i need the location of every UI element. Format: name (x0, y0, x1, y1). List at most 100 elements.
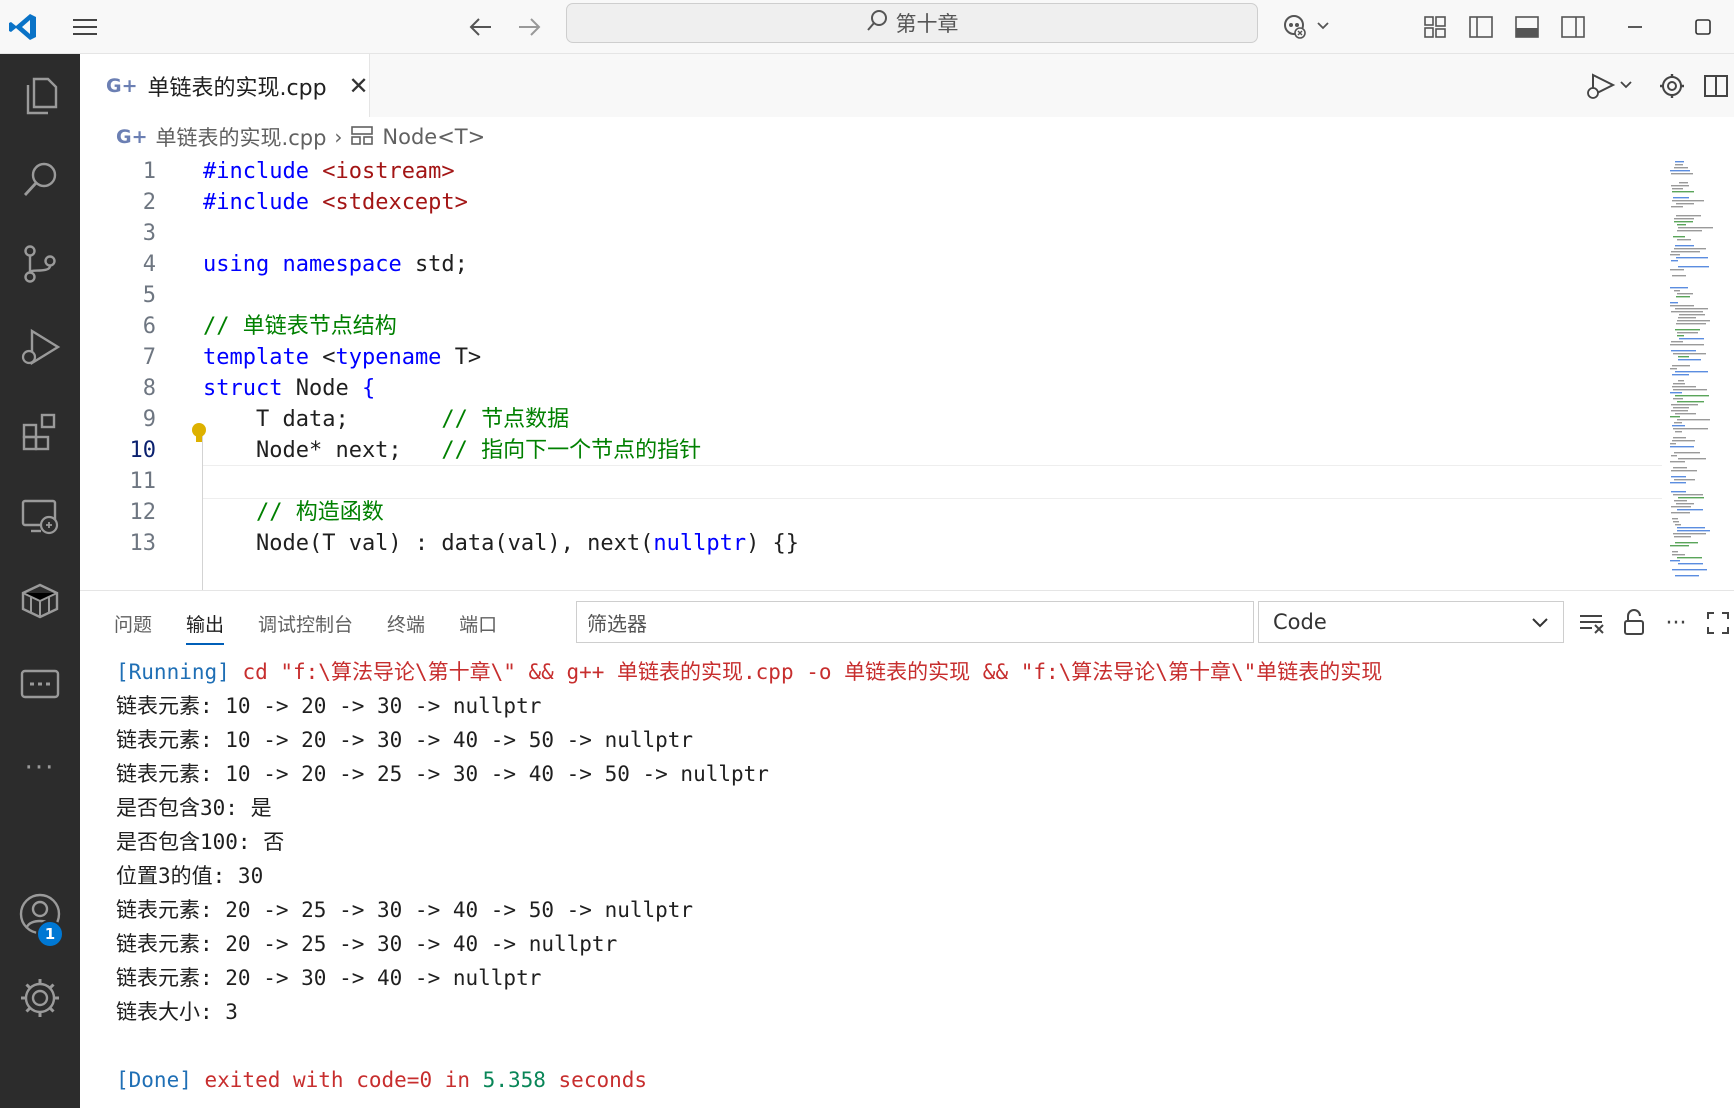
minimap-line (1677, 335, 1684, 337)
code-token: ) {} (746, 531, 800, 556)
code-line[interactable]: 9 T data; // 节点数据 (80, 403, 1670, 437)
panel-tab[interactable]: 终端 (387, 591, 425, 655)
accounts-icon[interactable]: 1 (0, 872, 80, 956)
minimap-line (1675, 395, 1709, 397)
line-number: 7 (142, 345, 156, 370)
search-icon (866, 9, 888, 38)
code-editor[interactable]: 1 #include <iostream> 2 #include <stdexcept… (80, 157, 1734, 591)
code-line[interactable]: 3 (80, 217, 1670, 251)
settings-gear-icon[interactable] (0, 956, 80, 1040)
code-token: <stdexcept> (322, 190, 468, 215)
minimap-line (1678, 356, 1689, 358)
code-text: // 构造函数 (203, 496, 384, 530)
minimap-line (1670, 287, 1688, 289)
line-number: 1 (142, 159, 156, 184)
maximize-panel-icon[interactable] (1700, 605, 1734, 641)
minimap-line (1678, 317, 1696, 319)
code-token: // 指向下一个节点的指针 (441, 438, 702, 463)
minimap-line (1673, 437, 1686, 439)
clear-output-icon[interactable] (1574, 605, 1610, 641)
more-views-icon[interactable]: ··· (0, 726, 80, 810)
minimap-line (1676, 215, 1701, 217)
remote-explorer-icon[interactable] (0, 474, 80, 558)
output-channel-select[interactable]: Code (1258, 601, 1564, 643)
minimap[interactable] (1668, 157, 1734, 590)
toggle-primary-sidebar-icon[interactable] (1462, 8, 1500, 46)
code-line[interactable]: 7 template <typename T> (80, 341, 1670, 375)
minimap-line (1672, 200, 1704, 202)
breadcrumb: G+ 单链表的实现.cpp › Node<T> (80, 117, 1734, 157)
lock-scroll-icon[interactable] (1616, 605, 1652, 641)
code-line[interactable]: 6 // 单链表节点结构 (80, 310, 1670, 344)
customize-layout-icon[interactable] (1416, 8, 1454, 46)
code-token: std; (414, 252, 468, 277)
minimap-line (1679, 338, 1704, 340)
explorer-icon[interactable] (0, 54, 80, 138)
minimap-line (1670, 443, 1676, 445)
minimize-icon[interactable] (1616, 8, 1654, 46)
editor-tab-bar: G+ 单链表的实现.cpp ✕ (80, 54, 1734, 117)
breadcrumb-symbol[interactable]: Node<T> (382, 125, 485, 149)
minimap-line (1670, 170, 1690, 172)
breadcrumb-file[interactable]: 单链表的实现.cpp (156, 122, 327, 152)
code-line[interactable]: 12 // 构造函数 (80, 496, 1670, 530)
code-line[interactable]: 11 (80, 465, 1670, 499)
tab-active-file[interactable]: G+ 单链表的实现.cpp ✕ (80, 54, 370, 117)
lightbulb-icon[interactable] (190, 421, 208, 449)
remote-terminal-icon[interactable] (0, 642, 80, 726)
minimap-line (1674, 221, 1693, 223)
output-view[interactable]: [Running] cd "f:\算法导论\第十章\" && g++ 单链表的实… (116, 655, 1716, 1105)
code-line[interactable]: 10 Node* next; // 指向下一个节点的指针 (80, 434, 1670, 468)
menu-icon[interactable] (66, 8, 104, 46)
output-lines: 链表元素: 10 -> 20 -> 30 -> nullptr 链表元素: 10 … (116, 689, 1716, 1029)
cpp-file-icon: G+ (116, 126, 148, 148)
minimap-line (1677, 527, 1705, 529)
run-and-debug-icon[interactable] (0, 306, 80, 390)
code-token: template (203, 345, 323, 370)
back-arrow-icon[interactable] (462, 8, 500, 46)
maximize-icon[interactable] (1684, 8, 1722, 46)
tab-label: 单链表的实现.cpp (147, 75, 327, 101)
copilot-icon[interactable] (1278, 8, 1338, 46)
source-control-icon[interactable] (0, 222, 80, 306)
search-icon[interactable] (0, 138, 80, 222)
panel-tab[interactable]: 问题 (114, 591, 152, 655)
line-number: 4 (142, 252, 156, 277)
code-line[interactable]: 2 #include <stdexcept> (80, 186, 1670, 220)
minimap-line (1678, 458, 1706, 460)
extensions-icon[interactable] (0, 390, 80, 474)
panel-tab[interactable]: 输出 (186, 591, 225, 655)
done-code: code=0 (356, 1068, 433, 1092)
code-line[interactable]: 1 #include <iostream> (80, 157, 1670, 189)
code-line[interactable]: 5 (80, 279, 1670, 313)
done-text: in (432, 1068, 483, 1092)
close-tab-icon[interactable]: ✕ (349, 72, 369, 100)
toggle-secondary-sidebar-icon[interactable] (1554, 8, 1592, 46)
containers-icon[interactable] (0, 558, 80, 642)
minimap-line (1673, 533, 1706, 535)
minimap-line (1671, 512, 1690, 514)
code-line[interactable]: 8 struct Node { (80, 372, 1670, 406)
minimap-line (1675, 371, 1708, 373)
panel-tab[interactable]: 端口 (459, 591, 497, 655)
output-filter-input[interactable]: 筛选器 (576, 601, 1254, 643)
minimap-line (1673, 398, 1683, 400)
editor-settings-gear-icon[interactable] (1652, 66, 1692, 106)
line-number: 12 (129, 500, 157, 525)
minimap-line (1672, 374, 1689, 376)
code-line[interactable]: 4 using namespace std; (80, 248, 1670, 282)
minimap-line (1674, 290, 1680, 292)
minimap-line (1677, 401, 1704, 403)
minimap-line (1675, 161, 1684, 163)
code-token: struct (203, 376, 296, 401)
split-editor-icon[interactable] (1696, 66, 1734, 106)
toggle-panel-icon[interactable] (1508, 8, 1546, 46)
forward-arrow-icon[interactable] (510, 8, 548, 46)
run-debug-dropdown-icon[interactable] (1580, 66, 1640, 106)
minimap-line (1673, 236, 1685, 238)
code-token: { (361, 376, 376, 401)
more-actions-icon[interactable]: ··· (1658, 605, 1694, 641)
command-center-search[interactable]: 第十章 (566, 3, 1258, 43)
code-line[interactable]: 13 Node(T val) : data(val), next(nullptr… (80, 527, 1670, 561)
panel-tab[interactable]: 调试控制台 (258, 591, 353, 655)
